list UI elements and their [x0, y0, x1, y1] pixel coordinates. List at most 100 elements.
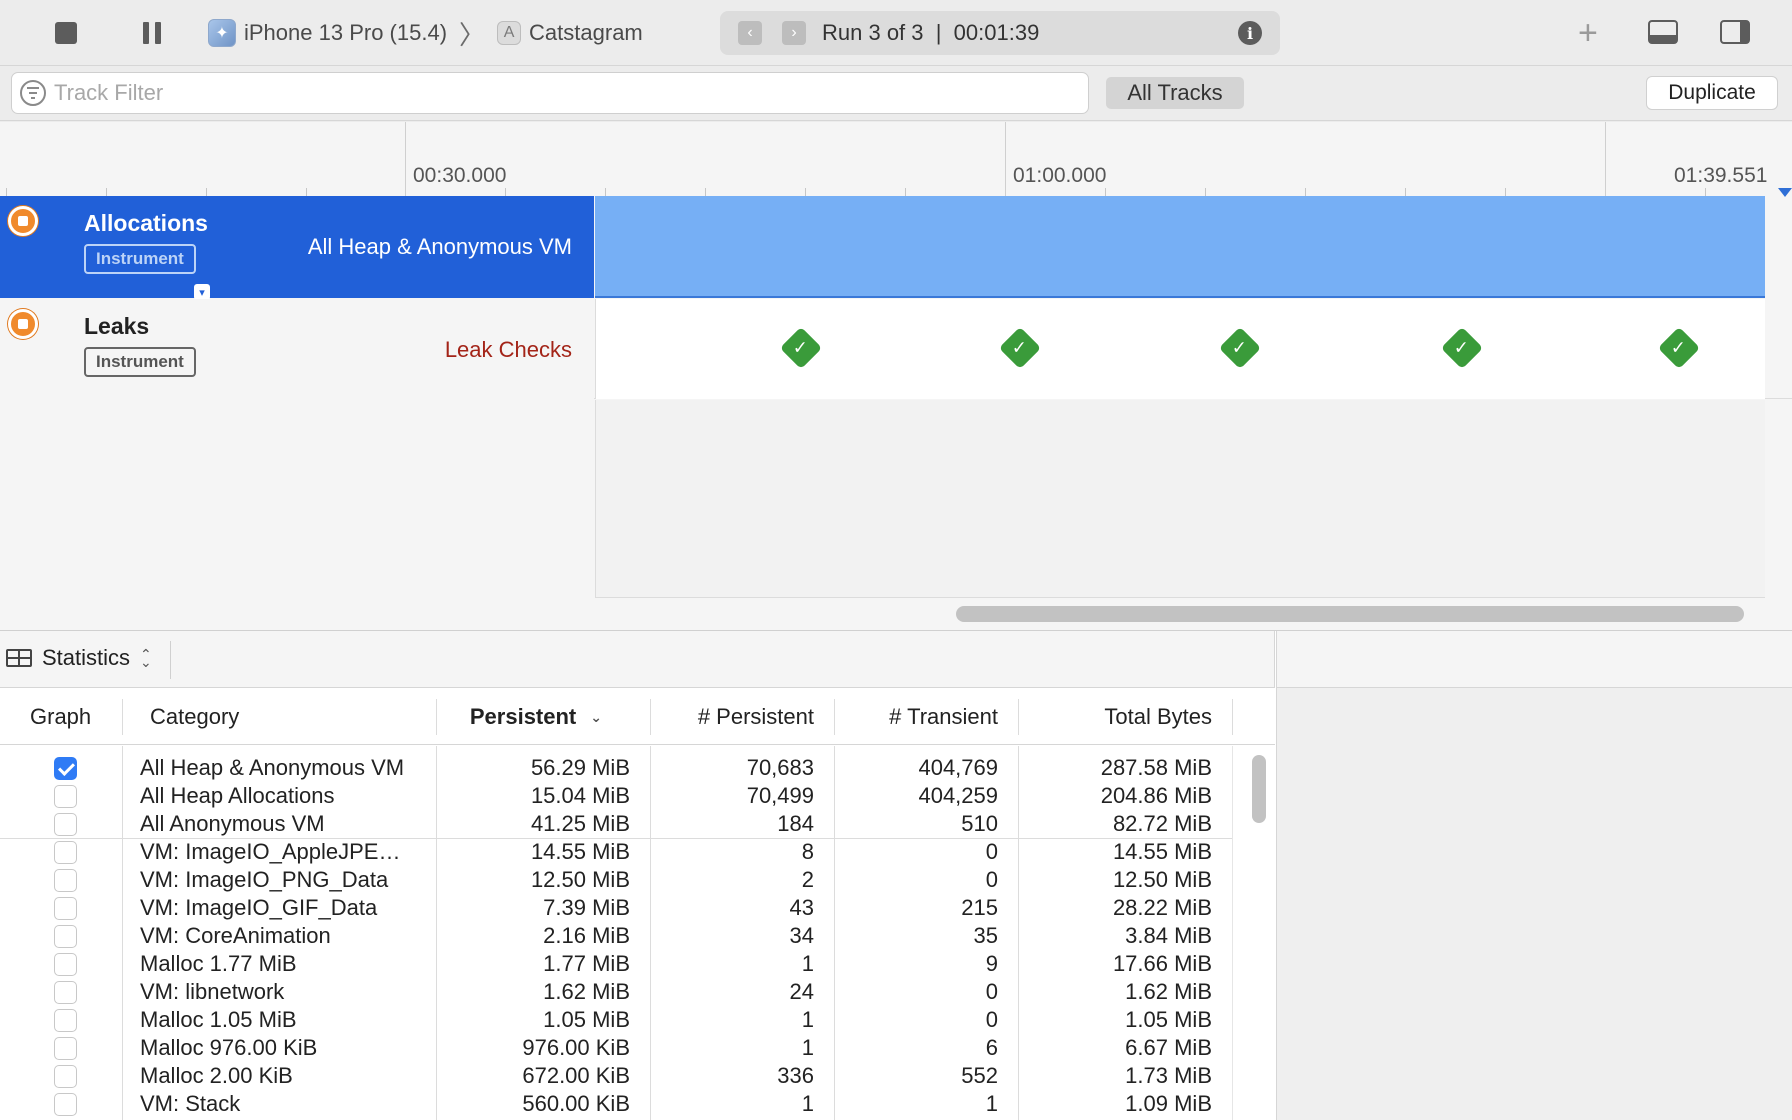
toggle-inspector-pane-icon[interactable] [1720, 20, 1750, 44]
graph-checkbox[interactable] [54, 1065, 77, 1088]
track-header[interactable]: Leaks Instrument Leak Checks [0, 299, 594, 399]
table-row[interactable]: All Anonymous VM 41.25 MiB 184 510 82.72… [0, 810, 1232, 838]
persistent-cell: 56.29 MiB [530, 755, 630, 780]
group-separator [0, 838, 1232, 839]
instrument-badge[interactable]: Instrument [84, 244, 196, 274]
graph-checkbox[interactable] [54, 841, 77, 864]
persistent-cell: 7.39 MiB [543, 895, 630, 920]
table-row[interactable]: Malloc 1.05 MiB 1.05 MiB 1 0 1.05 MiB [0, 1006, 1232, 1034]
category-cell: VM: CoreAnimation [140, 923, 331, 948]
num-transient-cell: 404,769 [918, 755, 998, 780]
filter-bar: All Tracks Duplicate [0, 67, 1792, 121]
duplicate-button[interactable]: Duplicate [1646, 76, 1778, 110]
app-name[interactable]: Catstagram [529, 20, 643, 46]
track-filter-field[interactable] [11, 72, 1089, 114]
detail-view-selector[interactable]: Statistics ⌃ ⌄ [6, 645, 152, 671]
category-cell: VM: Stack [140, 1091, 241, 1116]
toolbar: ✦ iPhone 13 Pro (15.4) 〉 A Catstagram ‹ … [0, 0, 1792, 66]
leak-check-icon[interactable]: ✓ [779, 326, 823, 370]
num-persistent-cell: 1 [801, 1091, 814, 1116]
info-icon[interactable]: i [1238, 21, 1262, 45]
pause-icon [143, 22, 149, 44]
total-bytes-cell: 14.55 MiB [1112, 839, 1212, 864]
leak-check-icon[interactable]: ✓ [1657, 326, 1701, 370]
leak-check-icon[interactable]: ✓ [1218, 326, 1262, 370]
previous-run-button[interactable]: ‹ [738, 21, 762, 45]
add-icon[interactable]: + [1578, 14, 1598, 53]
leaks-graph[interactable]: ✓ ✓ ✓ ✓ ✓ [595, 299, 1765, 399]
num-persistent-cell: 1 [801, 1035, 814, 1060]
column-header-total-bytes[interactable]: Total Bytes [1022, 689, 1212, 745]
total-bytes-cell: 82.72 MiB [1112, 811, 1212, 836]
toggle-detail-pane-icon[interactable] [1648, 20, 1678, 44]
graph-checkbox[interactable] [54, 785, 77, 808]
table-row[interactable]: Malloc 976.00 KiB 976.00 KiB 1 6 6.67 Mi… [0, 1034, 1232, 1062]
table-row[interactable]: VM: Stack 560.00 KiB 1 1 1.09 MiB [0, 1090, 1232, 1118]
chevron-right-icon: › [791, 24, 797, 41]
graph-checkbox[interactable] [54, 1093, 77, 1116]
num-persistent-cell: 24 [789, 979, 814, 1004]
persistent-cell: 12.50 MiB [530, 867, 630, 892]
graph-checkbox[interactable] [54, 981, 77, 1004]
vertical-scrollbar[interactable] [1252, 755, 1266, 823]
num-persistent-cell: 2 [801, 867, 814, 892]
num-persistent-cell: 70,683 [746, 755, 814, 780]
graph-checkbox[interactable] [54, 953, 77, 976]
total-bytes-cell: 12.50 MiB [1112, 867, 1212, 892]
table-row[interactable]: VM: ImageIO_GIF_Data 7.39 MiB 43 215 28.… [0, 894, 1232, 922]
up-down-chevron-icon: ⌃ ⌄ [140, 646, 152, 670]
detail-navigation-bar: Statistics ⌃ ⌄ [0, 631, 1275, 688]
time-ruler[interactable]: 00:30.000 01:00.000 01:39.551 [0, 122, 1792, 197]
num-transient-cell: 1 [985, 1091, 998, 1116]
table-row[interactable]: VM: ImageIO_AppleJPE… 14.55 MiB 8 0 14.5… [0, 838, 1232, 866]
instrument-badge[interactable]: Instrument [84, 347, 196, 377]
graph-checkbox[interactable] [54, 1037, 77, 1060]
column-header-num-persistent[interactable]: # Persistent [654, 689, 814, 745]
category-cell: All Anonymous VM [140, 811, 325, 836]
graph-checkbox[interactable] [54, 869, 77, 892]
all-tracks-button[interactable]: All Tracks [1106, 77, 1244, 109]
column-header-graph[interactable]: Graph [30, 689, 91, 745]
num-persistent-cell: 184 [777, 811, 814, 836]
table-row[interactable]: VM: CoreAnimation 2.16 MiB 34 35 3.84 Mi… [0, 922, 1232, 950]
track-filter-input[interactable] [54, 80, 954, 106]
graph-checkbox[interactable] [54, 897, 77, 920]
total-bytes-cell: 204.86 MiB [1100, 783, 1212, 808]
leaks-instrument-icon [8, 309, 38, 339]
target-selector[interactable]: ✦ iPhone 13 Pro (15.4) 〉 A Catstagram [208, 16, 643, 50]
horizontal-scrollbar[interactable] [956, 606, 1744, 622]
column-header-num-transient[interactable]: # Transient [838, 689, 998, 745]
category-cell: Malloc 1.77 MiB [140, 951, 297, 976]
track-header[interactable]: Allocations Instrument ▾ All Heap & Anon… [0, 196, 594, 300]
num-persistent-cell: 70,499 [746, 783, 814, 808]
total-bytes-cell: 28.22 MiB [1112, 895, 1212, 920]
graph-checkbox[interactable] [54, 813, 77, 836]
total-bytes-cell: 1.73 MiB [1125, 1063, 1212, 1088]
detail-view-label: Statistics [42, 645, 131, 670]
graph-checkbox[interactable] [54, 757, 77, 780]
graph-checkbox[interactable] [54, 1009, 77, 1032]
table-row[interactable]: Malloc 2.00 KiB 672.00 KiB 336 552 1.73 … [0, 1062, 1232, 1090]
leak-check-icon[interactable]: ✓ [998, 326, 1042, 370]
category-cell: VM: ImageIO_AppleJPE… [140, 839, 401, 864]
column-header-category[interactable]: Category [150, 689, 239, 745]
graph-checkbox[interactable] [54, 925, 77, 948]
track-leaks[interactable]: Leaks Instrument Leak Checks ✓ ✓ ✓ ✓ ✓ [0, 299, 1792, 399]
column-header-persistent[interactable]: Persistent ⌄ [440, 689, 602, 745]
table-row[interactable]: All Heap Allocations 15.04 MiB 70,499 40… [0, 782, 1232, 810]
pause-button[interactable] [136, 20, 168, 46]
table-row[interactable]: VM: libnetwork 1.62 MiB 24 0 1.62 MiB [0, 978, 1232, 1006]
next-run-button[interactable]: › [782, 21, 806, 45]
instrument-name: Allocations [84, 210, 208, 236]
table-row[interactable]: VM: ImageIO_PNG_Data 12.50 MiB 2 0 12.50… [0, 866, 1232, 894]
table-row[interactable]: Malloc 1.77 MiB 1.77 MiB 1 9 17.66 MiB [0, 950, 1232, 978]
device-name[interactable]: iPhone 13 Pro (15.4) [244, 20, 447, 46]
table-row[interactable]: All Heap & Anonymous VM 56.29 MiB 70,683… [0, 754, 1232, 782]
stop-button[interactable] [50, 20, 82, 46]
num-transient-cell: 0 [985, 1007, 998, 1032]
chevron-down-icon[interactable]: ▾ [194, 284, 210, 300]
category-cell: All Heap Allocations [140, 783, 335, 808]
leak-check-icon[interactable]: ✓ [1440, 326, 1484, 370]
track-allocations[interactable]: Allocations Instrument ▾ All Heap & Anon… [0, 196, 1792, 300]
allocations-graph[interactable] [595, 196, 1765, 298]
